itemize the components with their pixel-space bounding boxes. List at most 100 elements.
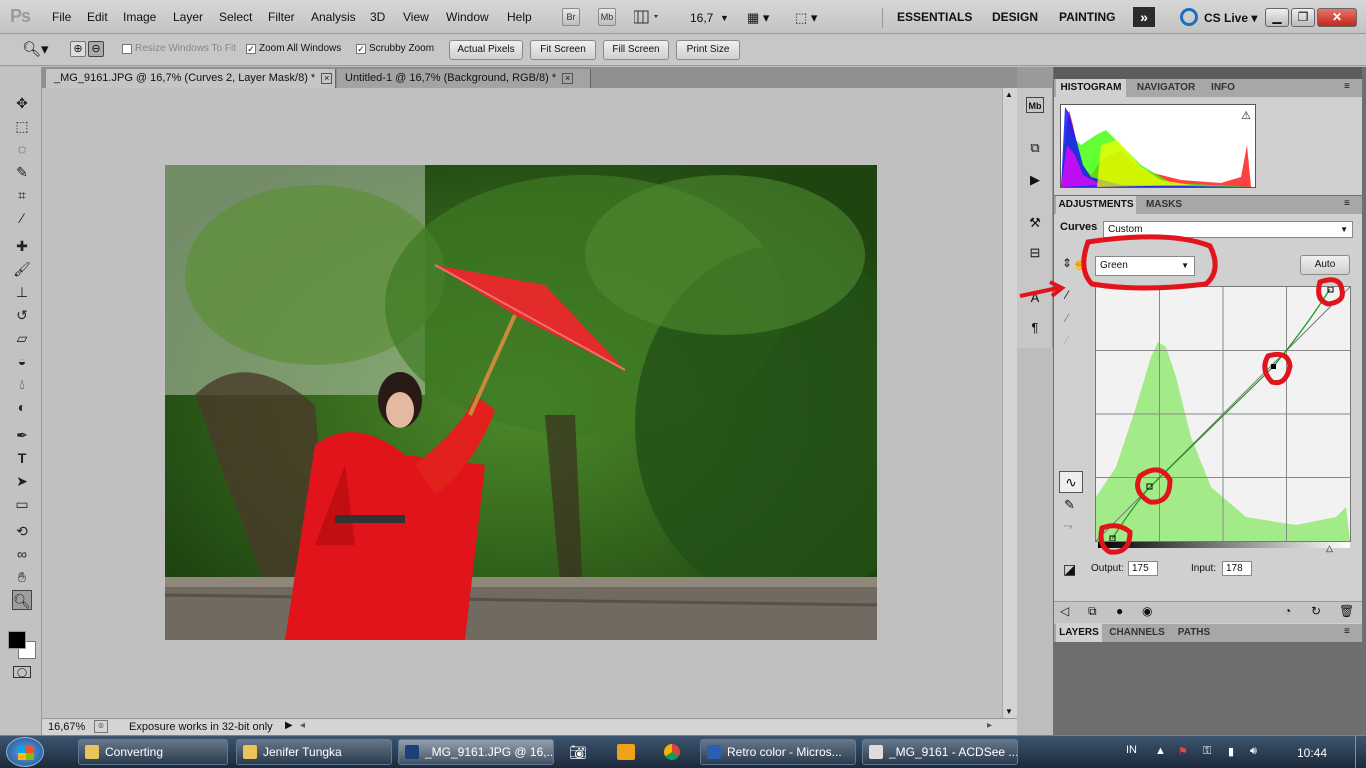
screen-mode-icon[interactable]: ⬚ ▾ bbox=[795, 10, 817, 26]
tab-adjustments[interactable]: ADJUSTMENTS bbox=[1056, 196, 1136, 214]
scroll-right-icon[interactable]: ▸ bbox=[987, 720, 992, 731]
cs-live-icon[interactable] bbox=[1180, 8, 1198, 26]
blur-tool-icon[interactable]: 💧︎ bbox=[12, 374, 32, 394]
previous-state-icon[interactable]: ◔ bbox=[1284, 604, 1291, 618]
channel-dropdown[interactable]: Green ▼ bbox=[1095, 256, 1195, 276]
menu-window[interactable]: Window bbox=[446, 10, 489, 24]
workspace-painting[interactable]: PAINTING bbox=[1059, 10, 1115, 24]
back-arrow-icon[interactable]: ◁ bbox=[1060, 604, 1069, 618]
tab-info[interactable]: INFO bbox=[1206, 79, 1240, 97]
start-button[interactable] bbox=[6, 737, 44, 767]
tool-presets-icon[interactable]: ⚒ bbox=[1026, 215, 1044, 231]
lasso-tool-icon[interactable]: ◌ bbox=[12, 139, 32, 159]
pencil-draw-icon[interactable]: ✎ bbox=[1064, 497, 1075, 513]
tab-navigator[interactable]: NAVIGATOR bbox=[1130, 79, 1202, 97]
white-input-slider-icon[interactable]: △ bbox=[1326, 543, 1333, 554]
device-icon[interactable]: ⚿ bbox=[1203, 745, 1211, 758]
workspace-essentials[interactable]: ESSENTIALS bbox=[897, 10, 972, 24]
taskbar-item-1[interactable]: Jenifer Tungka bbox=[236, 739, 392, 765]
auto-button[interactable]: Auto bbox=[1300, 255, 1350, 275]
view-extras-dropdown[interactable] bbox=[633, 10, 664, 24]
on-image-adjust-icon[interactable]: ⇕☝ bbox=[1062, 256, 1087, 270]
smooth-curve-icon[interactable]: ⤳ bbox=[1063, 519, 1073, 534]
fill-screen-button[interactable]: Fill Screen bbox=[603, 40, 669, 60]
minimize-button[interactable]: ▁ bbox=[1265, 8, 1289, 27]
quick-mask-icon[interactable]: ◯ bbox=[13, 666, 31, 678]
close-button[interactable]: ✕ bbox=[1317, 8, 1357, 27]
brush-tool-icon[interactable]: 🖌︎ bbox=[12, 259, 32, 279]
status-info-icon[interactable]: ⌾ bbox=[94, 720, 108, 733]
taskbar-item-2[interactable]: _MG_9161.JPG @ 16,... bbox=[398, 739, 554, 765]
status-menu-arrow-icon[interactable]: ▶ bbox=[285, 720, 293, 731]
clock[interactable]: 10:44 bbox=[1297, 746, 1327, 760]
cs-live-menu[interactable]: CS Live ▾ bbox=[1204, 11, 1257, 25]
bridge-button[interactable]: Br bbox=[562, 8, 580, 26]
panel-menu-icon[interactable]: ≡ bbox=[1344, 81, 1350, 92]
tab-channels[interactable]: CHANNELS bbox=[1106, 624, 1168, 642]
clip-layer-icon[interactable]: ● bbox=[1116, 604, 1123, 618]
scroll-down-icon[interactable]: ▼ bbox=[1005, 707, 1013, 716]
minibridge-panel-icon[interactable]: Mb bbox=[1026, 97, 1044, 113]
hand-tool-icon[interactable]: ✋︎ bbox=[12, 567, 32, 587]
rectangle-tool-icon[interactable]: ▭ bbox=[12, 494, 32, 514]
menu-layer[interactable]: Layer bbox=[173, 10, 203, 24]
language-indicator[interactable]: IN bbox=[1126, 744, 1137, 756]
close-tab-icon[interactable]: × bbox=[562, 72, 574, 84]
tab-layers[interactable]: LAYERS bbox=[1056, 624, 1102, 642]
dodge-tool-icon[interactable]: ◐ bbox=[12, 397, 32, 417]
menu-help[interactable]: Help bbox=[507, 10, 532, 24]
move-tool-icon[interactable]: ✥ bbox=[12, 93, 32, 113]
zoom-dropdown-arrow[interactable]: ▼ bbox=[720, 13, 729, 23]
warning-icon[interactable]: ⚠ bbox=[1241, 109, 1251, 122]
menu-analysis[interactable]: Analysis bbox=[311, 10, 356, 24]
reset-icon[interactable]: ↻ bbox=[1311, 604, 1321, 618]
curves-graph[interactable] bbox=[1095, 286, 1351, 542]
type-tool-icon[interactable]: T bbox=[12, 448, 32, 468]
panel-menu-icon[interactable]: ≡ bbox=[1344, 198, 1350, 209]
battery-icon[interactable]: ▮ bbox=[1228, 745, 1234, 758]
more-workspaces-button[interactable]: » bbox=[1133, 7, 1155, 27]
zoom-tool-preset-icon[interactable]: 🔍︎▾ bbox=[22, 40, 49, 58]
pen-tool-icon[interactable]: ✒ bbox=[12, 425, 32, 445]
show-desktop-button[interactable] bbox=[1355, 736, 1366, 768]
arrange-documents-icon[interactable]: ▦ ▾ bbox=[747, 10, 769, 26]
preset-dropdown[interactable]: Custom ▼ bbox=[1103, 221, 1353, 238]
menu-filter[interactable]: Filter bbox=[268, 10, 295, 24]
trash-icon[interactable]: 🗑︎ bbox=[1339, 604, 1354, 618]
paint-bucket-tool-icon[interactable]: ◒ bbox=[12, 351, 32, 371]
resize-windows-checkbox[interactable]: Resize Windows To Fit bbox=[122, 43, 236, 54]
healing-brush-tool-icon[interactable]: ✚ bbox=[12, 236, 32, 256]
taskbar-item-4[interactable]: _MG_9161 - ACDSee ... bbox=[862, 739, 1018, 765]
print-size-button[interactable]: Print Size bbox=[676, 40, 740, 60]
chrome-icon[interactable] bbox=[664, 744, 680, 760]
gray-point-eyedropper-icon[interactable]: ⁄ bbox=[1066, 311, 1068, 325]
eraser-tool-icon[interactable]: ▱ bbox=[12, 328, 32, 348]
zoom-out-icon[interactable]: ⊖ bbox=[88, 41, 104, 57]
document-photo[interactable] bbox=[165, 165, 877, 640]
volume-icon[interactable]: 🔊︎ bbox=[1250, 745, 1257, 758]
doc-tab-mg9161[interactable]: _MG_9161.JPG @ 16,7% (Curves 2, Layer Ma… bbox=[46, 69, 336, 88]
tab-masks[interactable]: MASKS bbox=[1140, 196, 1188, 214]
workspace-design[interactable]: DESIGN bbox=[992, 10, 1038, 24]
fit-screen-button[interactable]: Fit Screen bbox=[530, 40, 596, 60]
3d-orbit-tool-icon[interactable]: ∞ bbox=[12, 544, 32, 564]
path-selection-tool-icon[interactable]: ➤ bbox=[12, 471, 32, 491]
black-point-eyedropper-icon[interactable]: ⁄ bbox=[1066, 288, 1068, 302]
scroll-left-icon[interactable]: ◂ bbox=[300, 720, 305, 731]
character-panel-icon[interactable]: A bbox=[1026, 290, 1044, 306]
restore-button[interactable]: ❐ bbox=[1291, 8, 1315, 27]
quick-selection-tool-icon[interactable]: ✎ bbox=[12, 162, 32, 182]
marquee-tool-icon[interactable]: ⬚ bbox=[12, 116, 32, 136]
scrubby-zoom-checkbox[interactable]: ✓ Scrubby Zoom bbox=[356, 43, 434, 54]
foreground-color-swatch-front[interactable] bbox=[8, 631, 26, 649]
crop-tool-icon[interactable]: ⌗ bbox=[12, 185, 32, 205]
menu-view[interactable]: View bbox=[403, 10, 429, 24]
white-point-eyedropper-icon[interactable]: ⁄ bbox=[1066, 333, 1068, 347]
tab-paths[interactable]: PATHS bbox=[1172, 624, 1216, 642]
menu-file[interactable]: File bbox=[52, 10, 71, 24]
taskbar-item-0[interactable]: Converting bbox=[78, 739, 228, 765]
taskbar-item-3[interactable]: Retro color - Micros... bbox=[700, 739, 856, 765]
network-warning-icon[interactable]: ⚑ bbox=[1178, 745, 1188, 758]
vertical-scrollbar[interactable]: ▲ ▼ bbox=[1002, 88, 1017, 718]
paragraph-panel-icon[interactable]: ¶ bbox=[1026, 320, 1044, 336]
